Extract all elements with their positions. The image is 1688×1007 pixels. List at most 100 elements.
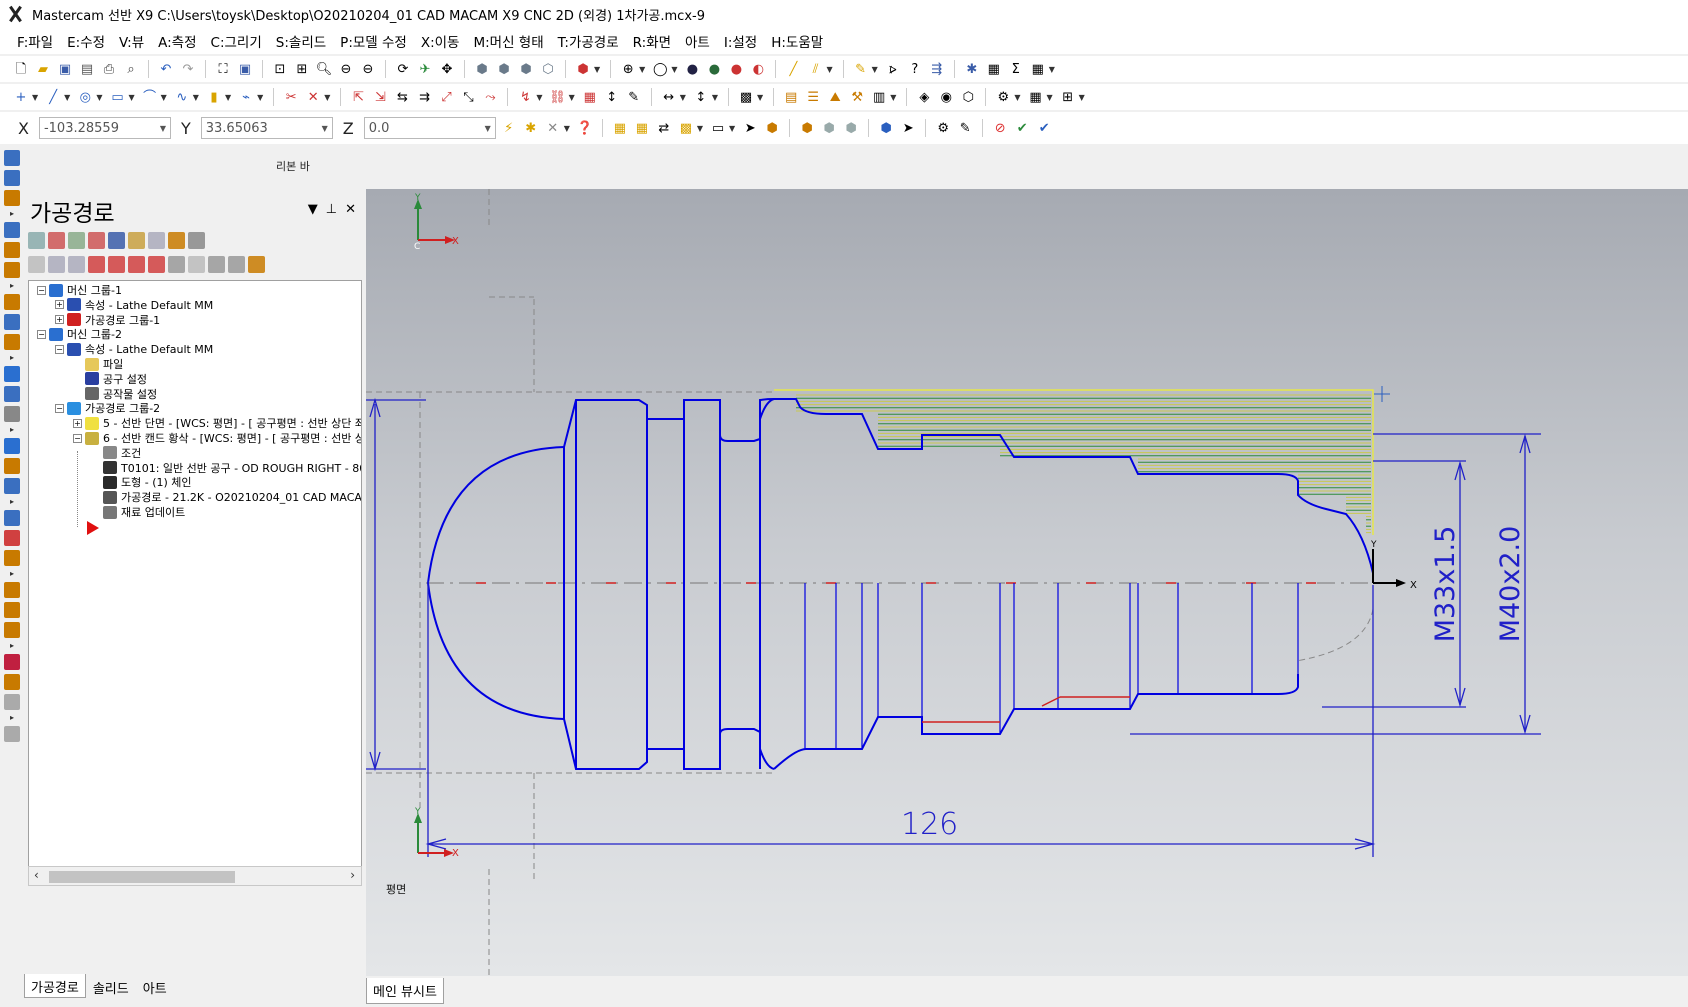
vtoolbar-flyout-icon[interactable]: ▸ xyxy=(10,210,14,218)
collapse-icon[interactable]: − xyxy=(37,285,46,295)
menu-item-13[interactable]: H:도움말 xyxy=(764,31,830,51)
vtoolbar-15-icon[interactable] xyxy=(4,510,20,526)
ops-action-10-icon[interactable] xyxy=(228,256,245,273)
tree-node[interactable]: 재료 업데이트 xyxy=(91,505,185,519)
tree-node[interactable]: 가공경로 - 21.2K - O20210204_01 CAD MACAM X9… xyxy=(91,490,361,504)
fit-screen-icon[interactable]: ⛶ xyxy=(214,60,232,78)
xform-mirror-icon[interactable]: ⇆ xyxy=(393,88,411,106)
vtoolbar-9-icon[interactable] xyxy=(4,366,20,382)
vtoolbar-0-icon[interactable] xyxy=(4,150,20,166)
select-edit-icon[interactable]: ✎ xyxy=(956,119,974,137)
select-face-icon[interactable]: ⬢ xyxy=(798,119,816,137)
swap-selection-icon[interactable]: ⇄ xyxy=(655,119,673,137)
redo-icon[interactable]: ↷ xyxy=(179,60,197,78)
rotate-view-icon[interactable]: ✈ xyxy=(416,60,434,78)
new-file-icon[interactable]: 🗋 xyxy=(12,60,30,78)
zoom-target-icon[interactable]: ⊞ xyxy=(293,60,311,78)
fast-point-icon[interactable]: ⚡ xyxy=(500,119,518,137)
grid-icon[interactable]: ▦ xyxy=(1029,60,1047,78)
vtoolbar-10-icon[interactable] xyxy=(4,386,20,402)
menu-item-5[interactable]: S:솔리드 xyxy=(269,31,333,51)
tree-node[interactable]: + 속성 - Lathe Default MM xyxy=(55,298,213,312)
ok-icon[interactable]: ✔ xyxy=(1013,119,1031,137)
collapse-icon[interactable]: − xyxy=(73,433,82,443)
xform-translate-icon[interactable]: ⇱ xyxy=(349,88,367,106)
vtoolbar-20-icon[interactable] xyxy=(4,622,20,638)
pick-icon[interactable]: ➤ xyxy=(741,119,759,137)
x-coord-field[interactable]: -103.28559 ▼ xyxy=(38,117,171,139)
dynamic-rotate-icon[interactable]: ⟳ xyxy=(394,60,412,78)
menu-item-11[interactable]: 아트 xyxy=(678,31,717,51)
vtoolbar-16-icon[interactable] xyxy=(4,530,20,546)
vertical-dim-icon[interactable]: ↕ xyxy=(692,88,710,106)
machine-icon[interactable]: ⚙ xyxy=(994,88,1012,106)
select-back-icon[interactable]: ⬢ xyxy=(877,119,895,137)
shade-dark-icon[interactable]: ● xyxy=(683,60,701,78)
config-icon[interactable]: ▦ xyxy=(985,60,1003,78)
rectangle-icon[interactable]: ▭ xyxy=(108,88,126,106)
selection-mode-icon[interactable]: ▩ xyxy=(677,119,695,137)
vtoolbar-14-icon[interactable] xyxy=(4,478,20,494)
vtoolbar-12-icon[interactable] xyxy=(4,438,20,454)
manager-tab-1[interactable]: 솔리드 xyxy=(86,974,136,998)
vtoolbar-flyout-icon[interactable]: ▸ xyxy=(10,426,14,434)
y-coord-field[interactable]: 33.65063 ▼ xyxy=(200,117,333,139)
ops-action-11-icon[interactable] xyxy=(248,256,265,273)
ops-action-1-icon[interactable] xyxy=(48,256,65,273)
insert-arrow-icon[interactable] xyxy=(87,521,99,535)
menu-item-0[interactable]: F:파일 xyxy=(10,31,60,51)
view-front-icon[interactable]: ⬢ xyxy=(495,60,513,78)
ops-action-3-icon[interactable] xyxy=(88,256,105,273)
select-edge-icon[interactable]: ⬢ xyxy=(842,119,860,137)
settings-icon[interactable]: ✱ xyxy=(963,60,981,78)
vtoolbar-flyout-icon[interactable]: ▸ xyxy=(10,642,14,650)
help-icon[interactable]: ❓ xyxy=(576,119,594,137)
verify-icon[interactable]: ⬡ xyxy=(959,88,977,106)
line-icon[interactable]: ╱ xyxy=(44,88,62,106)
tool-icon[interactable]: ⚒ xyxy=(848,88,866,106)
ops-tool-1-icon[interactable] xyxy=(48,232,65,249)
horizontal-dim-icon[interactable]: ↔ xyxy=(660,88,678,106)
fillet-icon[interactable]: ⌒ xyxy=(141,88,159,106)
select-cursor-icon[interactable]: ➤ xyxy=(899,119,917,137)
xform-project-icon[interactable]: ⤳ xyxy=(481,88,499,106)
menu-item-2[interactable]: V:뷰 xyxy=(112,31,151,51)
ops-tool-4-icon[interactable] xyxy=(108,232,125,249)
ops-action-6-icon[interactable] xyxy=(148,256,165,273)
ops-tool-3-icon[interactable] xyxy=(88,232,105,249)
horizontal-scrollbar[interactable]: ‹ › xyxy=(28,866,362,886)
tree-node[interactable]: + 가공경로 그룹-1 xyxy=(55,313,160,327)
tree-node[interactable]: − 가공경로 그룹-2 xyxy=(55,401,160,415)
scroll-right-icon[interactable]: › xyxy=(350,868,355,882)
ops-tool-5-icon[interactable] xyxy=(128,232,145,249)
analyze-distance-icon[interactable]: ⦠ xyxy=(884,60,902,78)
repaint-icon[interactable]: ▣ xyxy=(236,60,254,78)
dimension-icon[interactable]: ↕ xyxy=(603,88,621,106)
menu-item-12[interactable]: I:설정 xyxy=(717,31,764,51)
ops-action-4-icon[interactable] xyxy=(108,256,125,273)
save-as-icon[interactable]: ▤ xyxy=(78,60,96,78)
stop-icon[interactable]: ⊘ xyxy=(991,119,1009,137)
vtoolbar-22-icon[interactable] xyxy=(4,674,20,690)
manager-tab-0[interactable]: 가공경로 xyxy=(24,974,86,998)
line-style-icon[interactable]: ╱ xyxy=(784,60,802,78)
tree-node[interactable]: 공작물 설정 xyxy=(73,387,157,401)
fixture-icon[interactable]: ⊞ xyxy=(1059,88,1077,106)
select-all-icon[interactable]: ▦ xyxy=(611,119,629,137)
tree-node[interactable]: − 머신 그룹-1 xyxy=(37,283,122,297)
collapse-icon[interactable]: − xyxy=(55,344,64,354)
menu-item-9[interactable]: T:가공경로 xyxy=(551,31,626,51)
select-only-icon[interactable]: ▦ xyxy=(633,119,651,137)
analyze-chain-icon[interactable]: ⇶ xyxy=(928,60,946,78)
view-side-icon[interactable]: ⬢ xyxy=(517,60,535,78)
open-file-icon[interactable]: ▰ xyxy=(34,60,52,78)
zoom-window-icon[interactable]: ⊡ xyxy=(271,60,289,78)
expand-icon[interactable]: + xyxy=(55,315,64,325)
shade-green-icon[interactable]: ● xyxy=(705,60,723,78)
shade-red-icon[interactable]: ● xyxy=(727,60,745,78)
undo-icon[interactable]: ↶ xyxy=(157,60,175,78)
menu-item-10[interactable]: R:화면 xyxy=(626,31,678,51)
translucency-icon[interactable]: ◐ xyxy=(749,60,767,78)
vtoolbar-flyout-icon[interactable]: ▸ xyxy=(10,282,14,290)
vtoolbar-7-icon[interactable] xyxy=(4,314,20,330)
